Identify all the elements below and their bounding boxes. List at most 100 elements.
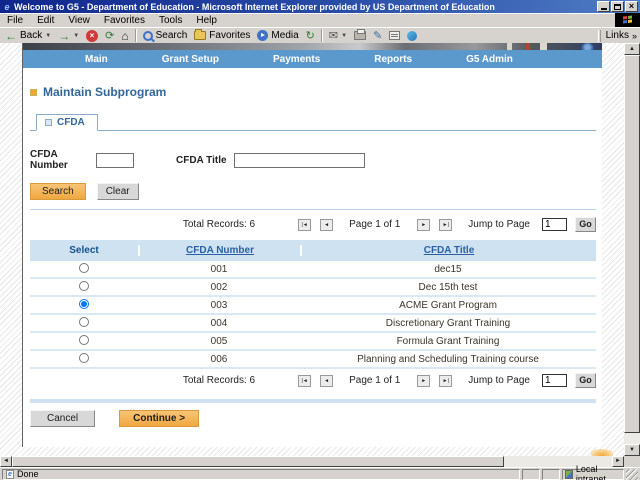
resize-grip[interactable] [626,468,638,480]
clear-button[interactable]: Clear [96,183,139,200]
minimize-button[interactable] [597,1,610,12]
history-button[interactable]: ↻ [303,28,318,43]
search-form: CFDA Number CFDA Title [30,149,596,171]
row-radio[interactable] [79,334,89,345]
row-radio[interactable] [79,280,89,291]
continue-button[interactable]: Continue > [119,410,200,427]
scroll-up-button[interactable]: ▲ [624,43,640,55]
menu-edit[interactable]: Edit [30,15,61,26]
row-cfda-title: dec15 [434,263,462,275]
nav-reports[interactable]: Reports [374,54,412,65]
first-page-button[interactable]: |◄ [298,218,312,231]
forward-button[interactable]: → ▼ [55,28,82,43]
favorites-icon [194,29,207,40]
jump-to-page-input[interactable] [542,374,567,387]
jump-to-page-label: Jump to Page [468,375,530,386]
favorites-button[interactable]: Favorites [191,28,253,43]
toolbar-separator [320,29,323,42]
toolbar-separator [134,29,137,42]
minimize-icon [600,8,607,10]
media-button[interactable]: Media [254,28,301,43]
horizontal-scrollbar: ◄ ► [0,456,624,467]
row-radio[interactable] [79,352,89,363]
restore-button[interactable] [611,1,624,12]
horizontal-scroll-thumb[interactable] [12,456,504,467]
close-icon: × [628,1,635,11]
cfda-title-input[interactable] [234,152,365,168]
nav-payments[interactable]: Payments [273,54,320,65]
mail-button[interactable]: ✉ ▼ [326,28,350,43]
status-main-panel: e Done [2,468,520,480]
vertical-scroll-thumb[interactable] [624,55,640,433]
menu-tools[interactable]: Tools [152,15,189,26]
next-page-button[interactable]: ► [417,218,431,231]
menu-view[interactable]: View [61,15,97,26]
edit-button[interactable]: ✎ [370,28,385,43]
back-label: Back [20,30,43,41]
last-page-button[interactable]: ►| [439,374,453,387]
bullet-square-icon [30,88,37,96]
prev-page-button[interactable]: ◄ [320,374,334,387]
restore-icon [614,3,621,10]
header-cfda-title: CFDA Title [300,245,596,256]
messenger-button[interactable] [404,28,420,43]
edit-icon: ✎ [373,29,383,42]
tab-cfda[interactable]: CFDA [36,114,98,131]
back-button[interactable]: ← Back ▼ [2,28,54,43]
agency-seal-icon [581,43,594,50]
links-toolbar[interactable]: Links » [597,29,640,42]
tab-cfda-icon [45,119,52,126]
tab-bar: CFDA [30,113,596,131]
nav-g5-admin[interactable]: G5 Admin [466,54,513,65]
scrollbar-corner [624,456,640,467]
row-cfda-number: 001 [210,263,228,275]
search-submit-button[interactable]: Search [30,183,86,200]
discuss-button[interactable] [386,28,403,43]
row-cfda-title: ACME Grant Program [399,299,497,311]
search-button[interactable]: Search [140,28,191,43]
header-cfda-number-link[interactable]: CFDA Number [186,245,254,256]
row-cfda-title: Planning and Scheduling Training course [357,353,539,365]
nav-main[interactable]: Main [85,54,108,65]
favorites-label: Favorites [209,30,251,41]
go-button[interactable]: Go [575,217,596,232]
table-row: 006 Planning and Scheduling Training cou… [30,351,596,369]
next-page-button[interactable]: ► [417,374,431,387]
page-indicator: Page 1 of 1 [349,375,401,386]
row-radio[interactable] [79,316,89,327]
zone-label: Local intranet [575,464,606,480]
jump-to-page-input[interactable] [542,218,567,231]
last-page-button[interactable]: ►| [439,218,453,231]
row-radio[interactable] [79,262,89,273]
close-button[interactable]: × [625,1,638,12]
cfda-number-input[interactable] [96,152,134,168]
header-cfda-title-link[interactable]: CFDA Title [424,245,475,256]
ie-icon: e [4,1,10,12]
status-bar: e Done Local intranet [0,464,640,480]
stop-button[interactable]: × [83,28,101,43]
links-grip [597,29,601,42]
menu-favorites[interactable]: Favorites [97,15,152,26]
home-button[interactable]: ⌂ [118,28,131,43]
row-radio[interactable] [79,298,89,309]
menu-help[interactable]: Help [189,15,224,26]
cancel-button[interactable]: Cancel [30,410,96,427]
jump-to-page-label: Jump to Page [468,219,530,230]
prev-page-button[interactable]: ◄ [320,218,334,231]
refresh-button[interactable]: ⟳ [102,28,117,43]
scroll-down-button[interactable]: ▼ [624,444,640,456]
nav-grant-setup[interactable]: Grant Setup [162,54,219,65]
tab-cfda-label: CFDA [57,117,85,128]
security-zone-panel: Local intranet [562,464,624,480]
first-page-button[interactable]: |◄ [298,374,312,387]
print-button[interactable] [351,28,369,43]
row-cfda-number: 006 [210,353,228,365]
table-header-row: Select CFDA Number CFDA Title [30,240,596,261]
go-button[interactable]: Go [575,373,596,388]
menu-file[interactable]: File [0,15,30,26]
forward-dropdown-icon: ▼ [73,32,80,39]
row-cfda-number: 005 [210,335,228,347]
header-cfda-number: CFDA Number [138,245,300,256]
row-cfda-title: Dec 15th test [418,281,478,293]
scroll-left-button[interactable]: ◄ [0,456,12,467]
